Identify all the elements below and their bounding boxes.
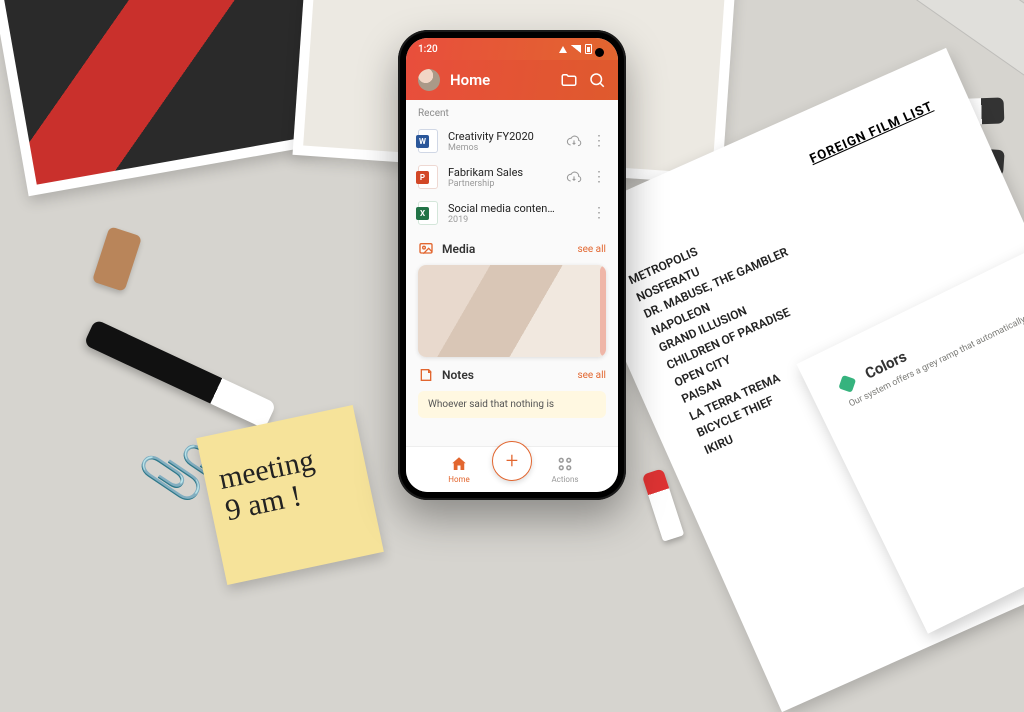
notes-section-header: Notes see all (406, 357, 618, 389)
notes-label: Notes (442, 368, 474, 382)
notes-see-all[interactable]: see all (577, 370, 606, 381)
desk-photo-left (0, 0, 344, 196)
cloud-download-icon[interactable] (566, 169, 582, 185)
battery-icon (585, 44, 592, 54)
file-subtitle: Memos (448, 143, 556, 153)
bottom-nav: Home + Actions (406, 446, 618, 492)
file-subtitle: Partnership (448, 179, 556, 189)
nav-actions[interactable]: Actions (535, 455, 595, 484)
media-icon (418, 241, 434, 257)
fab-create[interactable]: + (492, 441, 532, 481)
wifi-icon (559, 46, 567, 53)
phone-screen: 1:20 Home Recent Creativity FY2020 Memos (406, 38, 618, 492)
status-bar: 1:20 (406, 38, 618, 60)
file-title: Social media content track… (448, 202, 556, 215)
content-scroll[interactable]: Recent Creativity FY2020 Memos ⋮ Fabrika… (406, 100, 618, 446)
recent-label: Recent (406, 100, 618, 123)
media-label: Media (442, 242, 475, 256)
desk-sticky-note: meeting 9 am ! (196, 405, 384, 585)
colors-dot-icon (838, 375, 856, 393)
status-time: 1:20 (418, 44, 438, 55)
app-header: Home (406, 60, 618, 100)
avatar[interactable] (418, 69, 440, 91)
powerpoint-doc-icon (418, 165, 438, 189)
file-row[interactable]: Creativity FY2020 Memos ⋮ (406, 123, 618, 159)
more-icon[interactable]: ⋮ (592, 136, 606, 146)
file-row[interactable]: Fabrikam Sales Partnership ⋮ (406, 159, 618, 195)
word-doc-icon (418, 129, 438, 153)
file-title: Creativity FY2020 (448, 130, 556, 143)
media-section-header: Media see all (406, 231, 618, 263)
desk-cork (92, 226, 142, 292)
signal-icon (571, 45, 581, 53)
home-icon (450, 455, 468, 473)
file-title: Fabrikam Sales (448, 166, 556, 179)
file-subtitle: 2019 (448, 215, 556, 225)
nav-home[interactable]: Home (429, 455, 489, 484)
actions-icon (556, 455, 574, 473)
phone-frame: 1:20 Home Recent Creativity FY2020 Memos (398, 30, 626, 500)
file-row[interactable]: Social media content track… 2019 ⋮ (406, 195, 618, 231)
folder-icon[interactable] (560, 71, 578, 89)
camera-hole (595, 48, 604, 57)
nav-home-label: Home (448, 475, 470, 484)
cloud-download-icon[interactable] (566, 133, 582, 149)
nav-actions-label: Actions (551, 475, 578, 484)
note-preview[interactable]: Whoever said that nothing is (418, 391, 606, 418)
desk-marker-black (83, 319, 276, 429)
plus-icon: + (506, 449, 518, 474)
search-icon[interactable] (588, 71, 606, 89)
media-thumbnail[interactable] (418, 265, 606, 357)
page-title: Home (450, 71, 550, 89)
media-see-all[interactable]: see all (577, 244, 606, 255)
notes-icon (418, 367, 434, 383)
more-icon[interactable]: ⋮ (592, 172, 606, 182)
more-icon[interactable]: ⋮ (592, 208, 606, 218)
excel-doc-icon (418, 201, 438, 225)
